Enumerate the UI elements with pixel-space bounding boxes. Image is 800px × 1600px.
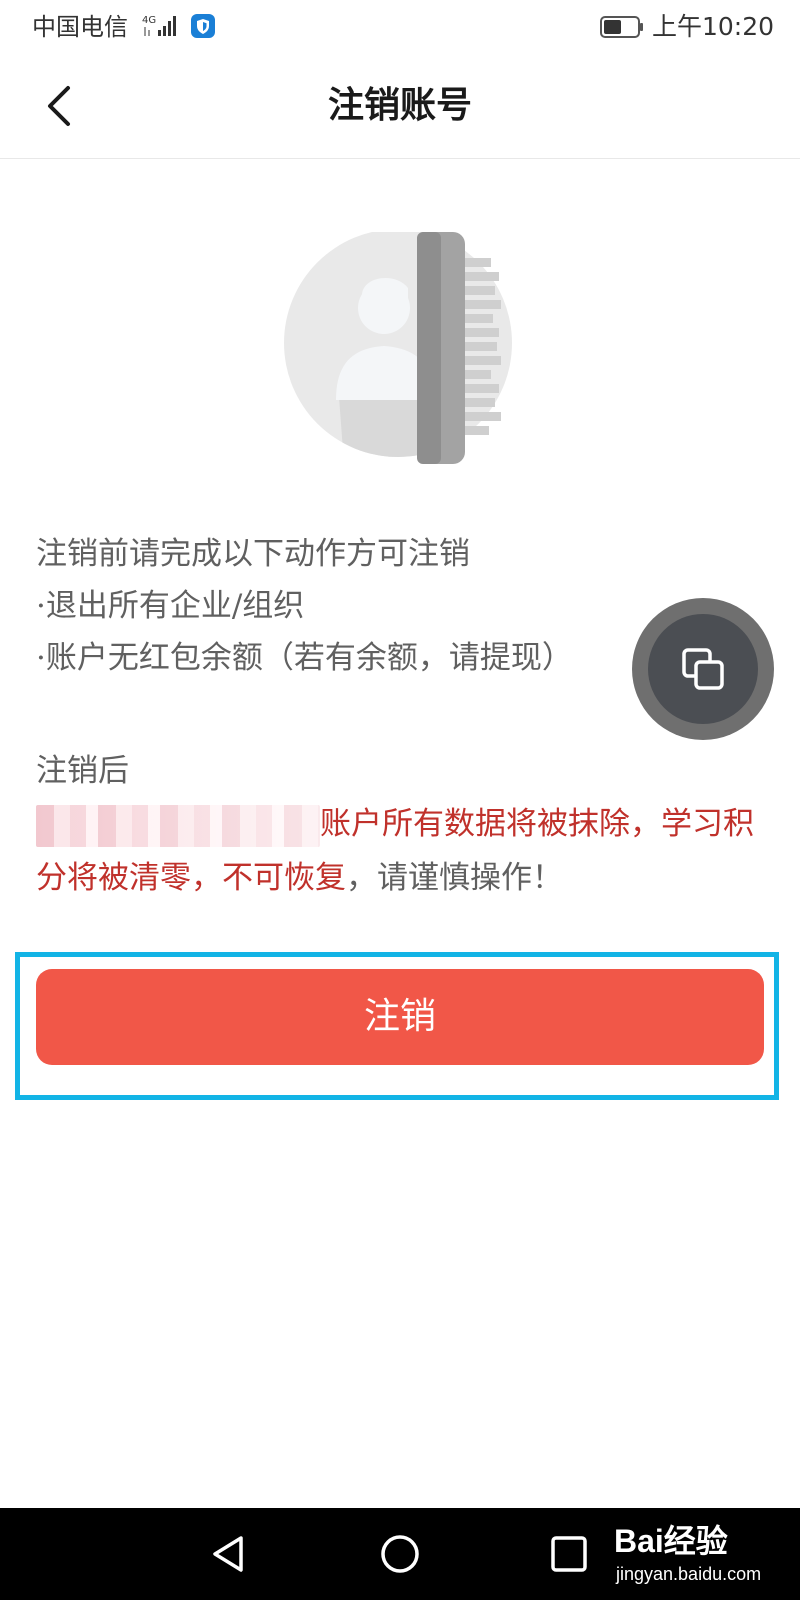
account-deregister-illustration <box>284 232 512 464</box>
page-title: 注销账号 <box>327 85 472 126</box>
redacted-account-name <box>36 804 320 847</box>
copy-window-icon <box>682 648 724 690</box>
watermark-logo: Bai经验 <box>614 1523 728 1559</box>
baidu-jingyan-watermark: Bai经验 jingyan.baidu.com <box>614 1515 794 1593</box>
nav-bar: 注销账号 <box>0 54 800 159</box>
warning-text-normal: ，请谨慎操作！ <box>346 860 563 896</box>
floating-button-core <box>648 614 758 724</box>
deregister-requirements: 注销前请完成以下动作方可注销 ·退出所有企业/组织 ·账户无红包余额（若有余额，… <box>36 528 636 684</box>
square-recent-icon[interactable] <box>541 1526 597 1582</box>
status-clock: 上午10:20 <box>651 12 774 41</box>
signal-icon: 4G <box>142 15 176 36</box>
shield-icon <box>191 14 215 38</box>
carrier-name: 中国电信 <box>32 13 128 41</box>
floating-screenshot-button[interactable] <box>632 598 774 740</box>
after-deregister-title: 注销后 <box>36 753 129 789</box>
requirement-item: ·退出所有企业/组织 <box>36 588 305 624</box>
deregister-warning: 账户所有数据将被抹除，学习积分将被清零，不可恢复，请谨慎操作！ <box>36 797 766 905</box>
network-type: 4G <box>142 15 156 26</box>
circle-home-icon[interactable] <box>372 1526 428 1582</box>
requirement-item: ·账户无红包余额（若有余额，请提现） <box>36 640 573 676</box>
requirements-intro: 注销前请完成以下动作方可注销 <box>36 536 470 572</box>
triangle-back-icon[interactable] <box>201 1526 257 1582</box>
watermark-url: jingyan.baidu.com <box>616 1564 762 1584</box>
battery-icon <box>600 16 643 38</box>
deregister-button[interactable]: 注销 <box>36 969 764 1065</box>
status-bar: 中国电信 4G 上午10:20 <box>0 0 800 54</box>
